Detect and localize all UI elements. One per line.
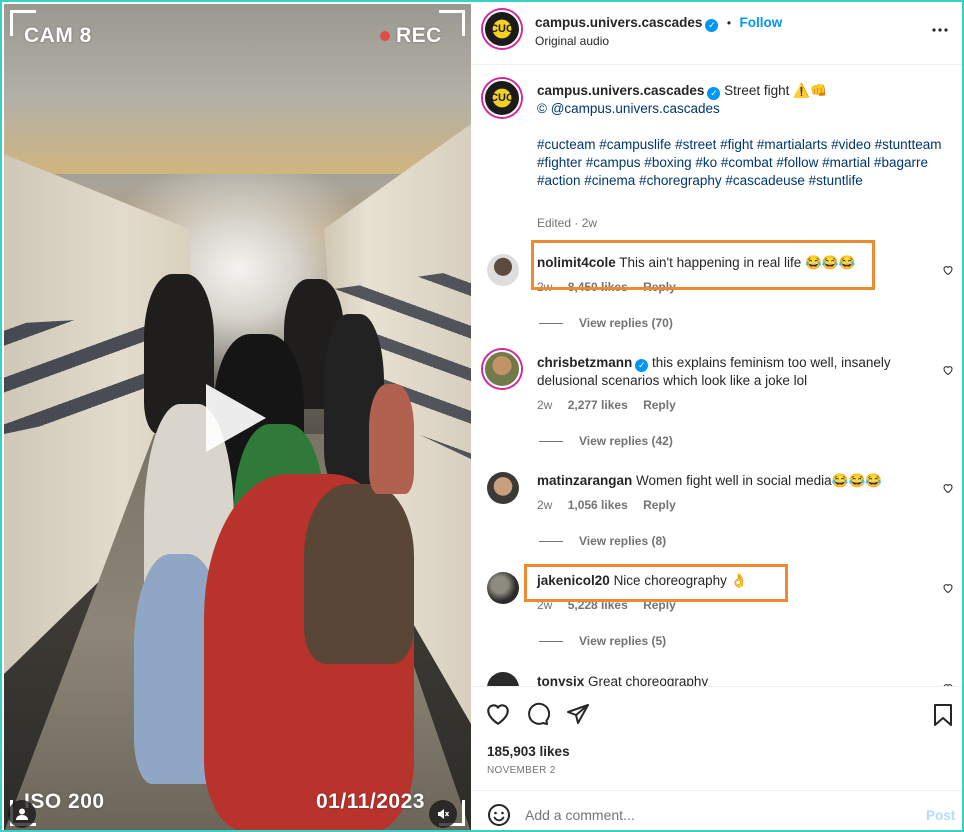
- video-player[interactable]: CAM 8 REC ISO 200 01/11/2023: [4, 4, 471, 830]
- reply-button[interactable]: Reply: [643, 398, 676, 412]
- post-date[interactable]: NOVEMBER 2: [487, 765, 556, 776]
- highlight-box: [531, 240, 875, 290]
- more-options-icon[interactable]: [931, 21, 949, 44]
- audio-label[interactable]: Original audio: [535, 34, 609, 48]
- caption-hashtags[interactable]: #cucteam #campuslife #street #fight #mar…: [537, 136, 947, 190]
- commenter-avatar[interactable]: [487, 472, 519, 504]
- post-button[interactable]: Post: [926, 808, 955, 823]
- follow-button[interactable]: Follow: [739, 15, 782, 30]
- commenter-avatar[interactable]: [483, 350, 521, 388]
- date-label: 01/11/2023: [316, 790, 425, 813]
- like-heart-icon[interactable]: [485, 702, 511, 731]
- commenter-avatar[interactable]: [487, 572, 519, 604]
- comment-5: tonysix Great choreography: [537, 673, 927, 686]
- share-send-icon[interactable]: [566, 702, 590, 731]
- comment-username[interactable]: chrisbetzmann: [537, 355, 632, 370]
- comment-time: 2w: [537, 498, 553, 512]
- comment-likes[interactable]: 2,277 likes: [568, 398, 628, 412]
- play-icon[interactable]: [206, 384, 266, 452]
- caption-edited: Edited · 2w: [537, 216, 598, 230]
- caption-credit[interactable]: © @campus.univers.cascades: [537, 100, 947, 118]
- comment-bubble-icon[interactable]: [526, 702, 551, 731]
- rec-dot-icon: [380, 31, 390, 41]
- comment-text: Women fight well in social media😂😂😂: [636, 473, 883, 488]
- post-likes[interactable]: 185,903 likes: [487, 744, 570, 759]
- rec-label: REC: [396, 24, 442, 47]
- like-comment-heart-icon[interactable]: [942, 364, 954, 376]
- tagged-user-icon[interactable]: [8, 800, 36, 828]
- comment-meta: 2w 2,277 likes Reply: [537, 398, 676, 412]
- highlight-box: [524, 564, 788, 602]
- video-scene-person: [304, 484, 414, 664]
- comment-username[interactable]: tonysix: [537, 674, 584, 686]
- verified-badge-icon: ✓: [705, 19, 719, 32]
- post-header: campus.univers.cascades ✓ • Follow: [535, 14, 782, 32]
- save-bookmark-icon[interactable]: [933, 703, 953, 732]
- comment-time: 2w: [537, 398, 553, 412]
- commenter-avatar[interactable]: [487, 672, 519, 686]
- comment-likes[interactable]: 1,056 likes: [568, 498, 628, 512]
- view-replies-button[interactable]: View replies (8): [539, 534, 666, 548]
- header-separator: •: [726, 16, 732, 30]
- screenshot-frame: CAM 8 REC ISO 200 01/11/2023 CUC campus.…: [0, 0, 964, 832]
- comment-meta: 2w 1,056 likes Reply: [537, 498, 676, 512]
- comment-input[interactable]: [525, 804, 885, 826]
- comment-username[interactable]: matinzarangan: [537, 473, 632, 488]
- verified-badge-icon: ✓: [635, 359, 649, 372]
- emoji-icon[interactable]: [487, 803, 511, 830]
- author-avatar[interactable]: CUC: [483, 10, 521, 48]
- author-username[interactable]: campus.univers.cascades: [535, 15, 702, 30]
- caption-avatar[interactable]: CUC: [483, 79, 521, 117]
- view-replies-button[interactable]: View replies (5): [539, 634, 666, 648]
- like-comment-heart-icon[interactable]: [942, 582, 954, 594]
- comment-text: Great choreography: [588, 674, 709, 686]
- reply-button[interactable]: Reply: [643, 498, 676, 512]
- like-comment-heart-icon[interactable]: [942, 482, 954, 494]
- verified-badge-icon: ✓: [707, 87, 721, 100]
- viewfinder-corner: [439, 10, 465, 36]
- caption-title: Street fight ⚠️👊: [724, 83, 827, 98]
- video-scene-person: [369, 384, 414, 494]
- like-comment-heart-icon[interactable]: [942, 264, 954, 276]
- header-divider: [471, 64, 962, 65]
- caption-block: campus.univers.cascades ✓ Street fight ⚠️…: [537, 82, 947, 100]
- post-side-panel: CUC campus.univers.cascades ✓ • Follow Or…: [471, 4, 962, 830]
- muted-icon[interactable]: [429, 800, 457, 828]
- commenter-avatar[interactable]: [487, 254, 519, 286]
- view-replies-button[interactable]: View replies (70): [539, 316, 673, 330]
- comment-2: chrisbetzmann ✓ this explains feminism to…: [537, 354, 927, 390]
- comment-3: matinzarangan Women fight well in social…: [537, 472, 927, 490]
- view-replies-button[interactable]: View replies (42): [539, 434, 673, 448]
- iso-label: ISO 200: [24, 790, 105, 813]
- caption-username[interactable]: campus.univers.cascades: [537, 83, 704, 98]
- comment-5-clip: tonysix Great choreography: [471, 664, 962, 686]
- composer-divider: [471, 790, 962, 791]
- cam-label: CAM 8: [24, 24, 92, 47]
- actions-divider: [471, 686, 962, 687]
